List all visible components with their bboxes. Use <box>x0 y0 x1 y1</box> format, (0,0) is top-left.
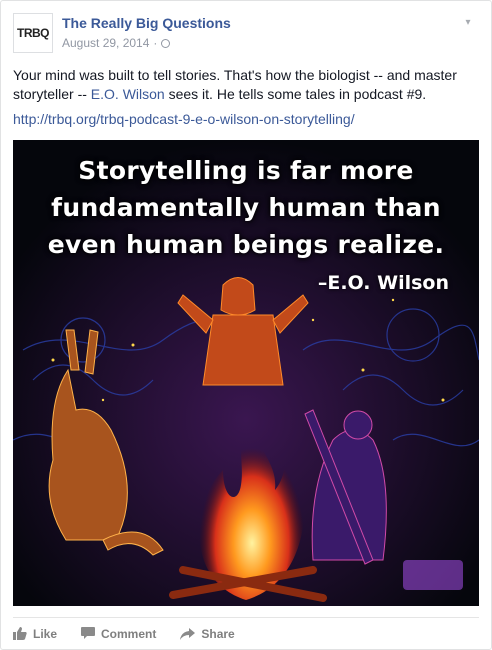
thumbs-up-icon <box>13 627 27 640</box>
image-attribution: –E.O. Wilson <box>317 272 449 294</box>
comment-icon <box>81 627 96 639</box>
like-label: Like <box>33 626 58 641</box>
meta-separator: · <box>153 36 158 50</box>
chevron-down-icon[interactable]: ▾ <box>461 15 475 29</box>
avatar-text: TRBQ <box>17 26 50 40</box>
page-name-link[interactable]: The Really Big Questions <box>62 15 231 31</box>
post-date[interactable]: August 29, 2014 <box>62 36 149 50</box>
post-card: TRBQ The Really Big Questions August 29,… <box>0 0 492 650</box>
comment-button[interactable]: Comment <box>81 627 156 641</box>
post-meta: August 29, 2014 · <box>62 36 171 50</box>
like-button[interactable]: Like <box>13 627 57 641</box>
comment-label: Comment <box>101 626 157 641</box>
post-text: Your mind was built to tell stories. Tha… <box>13 66 479 104</box>
post-actions: Like Comment Share <box>13 617 479 647</box>
image-quote: Storytelling is far more fundamentally h… <box>47 156 445 259</box>
mention-link[interactable]: E.O. Wilson <box>91 86 165 102</box>
post-header: TRBQ The Really Big Questions August 29,… <box>13 13 473 53</box>
share-button[interactable]: Share <box>180 626 235 641</box>
globe-icon <box>161 38 171 48</box>
share-label: Share <box>201 626 235 641</box>
post-url-link[interactable]: http://trbq.org/trbq-podcast-9-e-o-wilso… <box>13 111 355 127</box>
post-image[interactable]: Storytelling is far more fundamentally h… <box>13 140 479 606</box>
post-text-after: sees it. He tells some tales in podcast … <box>164 86 427 102</box>
page-avatar[interactable]: TRBQ <box>13 13 53 53</box>
share-icon <box>180 627 196 640</box>
